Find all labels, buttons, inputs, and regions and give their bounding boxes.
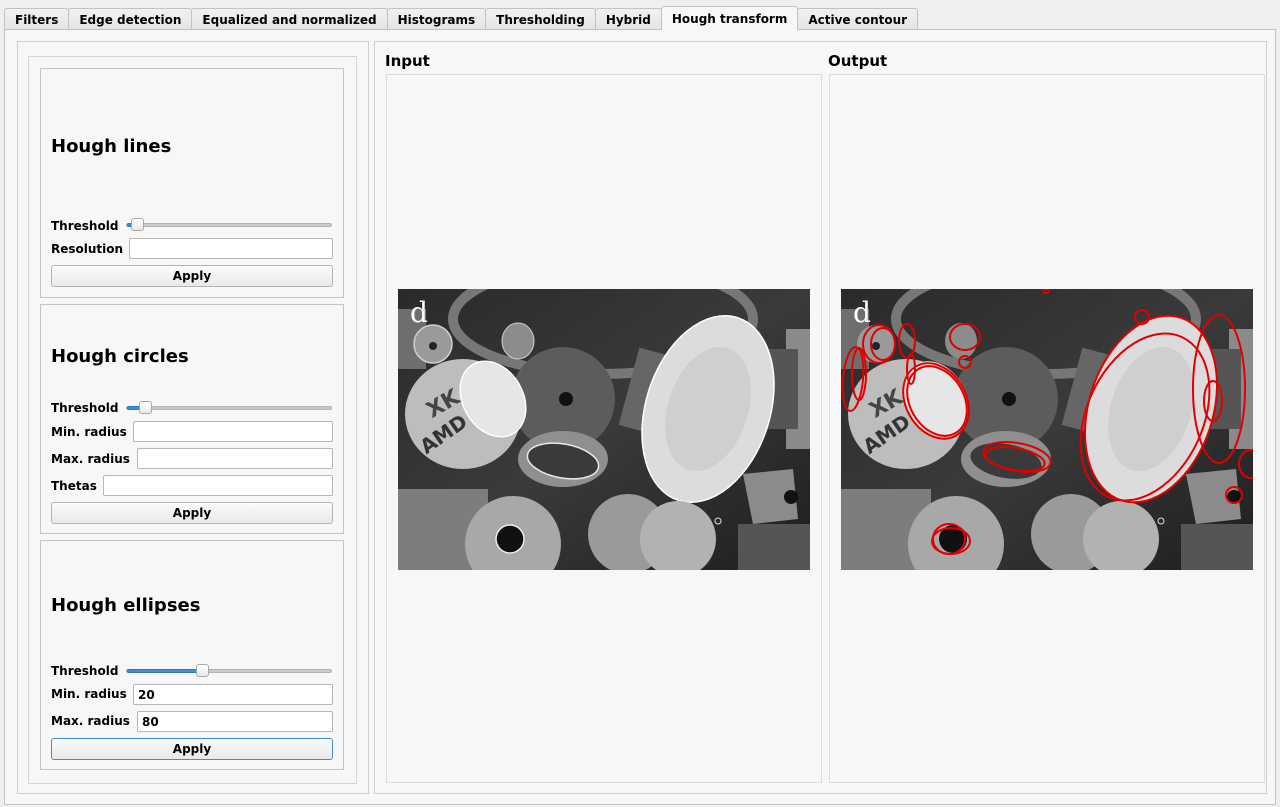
slider-fill bbox=[127, 669, 202, 673]
input-image: AMD XK d bbox=[398, 289, 810, 570]
slider-handle[interactable] bbox=[196, 664, 209, 677]
hough-lines-threshold-slider[interactable] bbox=[126, 218, 332, 231]
hough-circles-min-radius-label: Min. radius bbox=[51, 425, 127, 439]
hough-lines-group: Hough lines Threshold Resolution Apply bbox=[40, 68, 344, 298]
hough-circles-apply-button[interactable]: Apply bbox=[51, 502, 333, 524]
slider-handle[interactable] bbox=[131, 218, 144, 231]
input-image-letter: d bbox=[410, 296, 428, 329]
hough-ellipses-apply-button[interactable]: Apply bbox=[51, 738, 333, 760]
hough-ellipses-title: Hough ellipses bbox=[51, 595, 201, 616]
input-label: Input bbox=[385, 52, 430, 70]
hough-circles-threshold-slider[interactable] bbox=[126, 401, 332, 414]
tab-thresholding[interactable]: Thresholding bbox=[485, 8, 596, 30]
hough-circles-thetas-input[interactable] bbox=[103, 475, 333, 496]
hough-ellipses-threshold-label: Threshold bbox=[51, 664, 119, 678]
hough-lines-threshold-label: Threshold bbox=[51, 219, 119, 233]
tab-edge-detection[interactable]: Edge detection bbox=[68, 8, 193, 30]
hough-circles-min-radius-input[interactable] bbox=[133, 421, 333, 442]
input-image-drawing: AMD XK d bbox=[398, 289, 810, 570]
tab-histograms[interactable]: Histograms bbox=[386, 8, 487, 30]
hough-ellipses-min-radius-input[interactable] bbox=[133, 684, 333, 705]
hough-lines-resolution-label: Resolution bbox=[51, 242, 124, 256]
slider-handle[interactable] bbox=[139, 401, 152, 414]
hough-ellipses-max-radius-label: Max. radius bbox=[51, 714, 130, 728]
tab-hough-transform[interactable]: Hough transform bbox=[660, 6, 799, 30]
hough-lines-title: Hough lines bbox=[51, 136, 172, 157]
hough-circles-max-radius-label: Max. radius bbox=[51, 452, 130, 466]
tab-active-contour[interactable]: Active contour bbox=[797, 8, 919, 30]
output-image-letter: d bbox=[853, 296, 871, 329]
hough-ellipses-min-radius-label: Min. radius bbox=[51, 687, 127, 701]
tab-equalized-and-normalized[interactable]: Equalized and normalized bbox=[191, 8, 388, 30]
hough-ellipses-threshold-slider[interactable] bbox=[126, 664, 332, 677]
hough-circles-threshold-label: Threshold bbox=[51, 401, 119, 415]
hough-circles-title: Hough circles bbox=[51, 346, 189, 367]
hough-circles-max-radius-input[interactable] bbox=[137, 448, 333, 469]
tab-bar: Filters Edge detection Equalized and nor… bbox=[4, 6, 919, 30]
tab-filters[interactable]: Filters bbox=[4, 8, 70, 30]
hough-lines-resolution-input[interactable] bbox=[129, 238, 333, 259]
hough-ellipses-max-radius-input[interactable] bbox=[137, 711, 333, 732]
hough-circles-thetas-label: Thetas bbox=[51, 479, 97, 493]
hough-lines-apply-button[interactable]: Apply bbox=[51, 265, 333, 287]
tab-hybrid[interactable]: Hybrid bbox=[594, 8, 662, 30]
hough-circles-group: Hough circles Threshold Min. radius Max.… bbox=[40, 304, 344, 534]
output-image-drawing: AMD XK d bbox=[841, 289, 1253, 570]
output-label: Output bbox=[828, 52, 888, 70]
hough-ellipses-group: Hough ellipses Threshold Min. radius Max… bbox=[40, 540, 344, 770]
output-image: AMD XK d bbox=[841, 289, 1253, 570]
